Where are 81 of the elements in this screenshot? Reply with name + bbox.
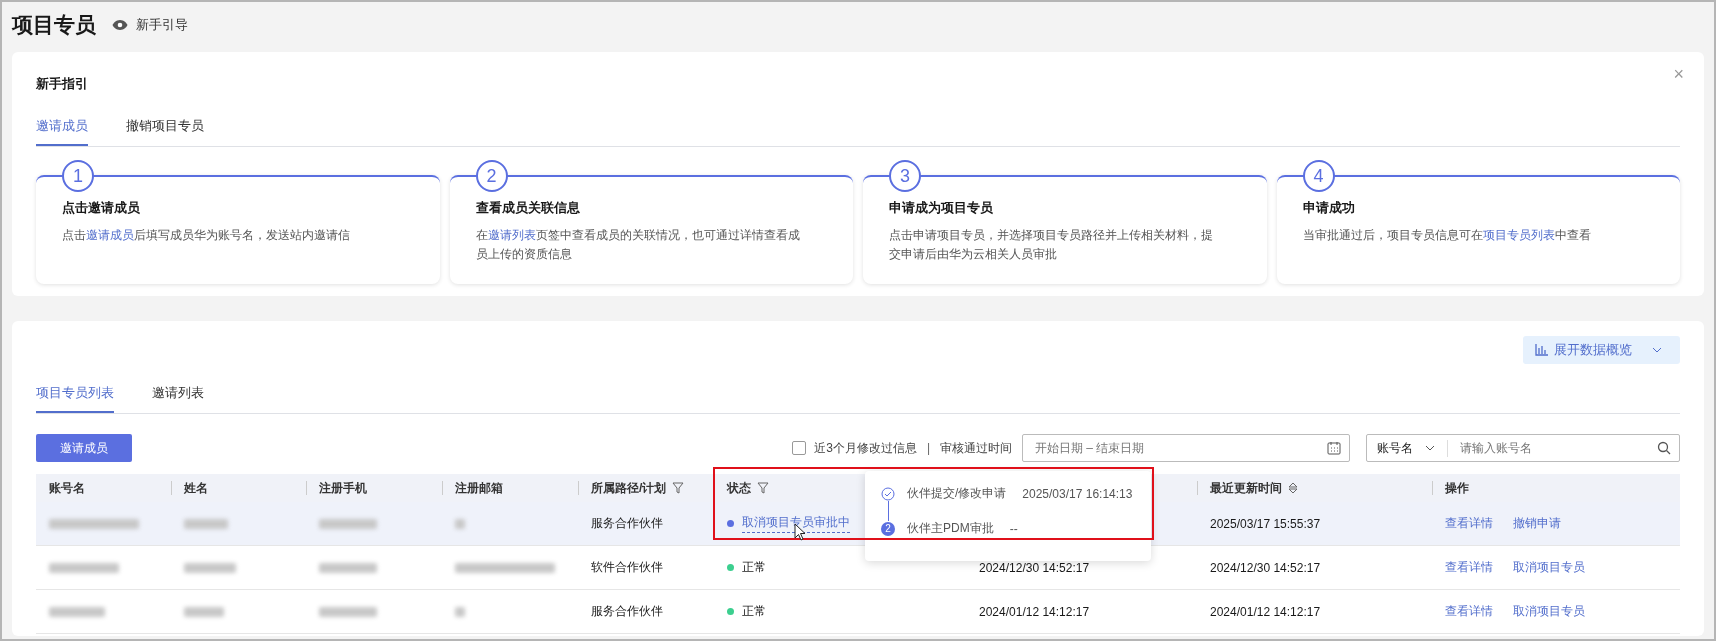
step-title: 申请成功 [1302,199,1356,217]
chevron-down-icon [1652,347,1662,353]
close-button[interactable]: × [1673,64,1684,85]
step-number: 1 [62,160,94,192]
blurred-text [184,562,236,573]
guide-tab[interactable]: 撤销项目专员 [126,113,204,146]
column-header: 最近更新时间 [1210,479,1282,497]
inline-link[interactable]: 项目专员列表 [1482,228,1555,242]
table-cell-text: 软件合作伙伴 [590,559,664,576]
column-header: 操作 [1445,479,1469,497]
blurred-text [455,606,465,617]
step-title: 申请成为项目专员 [889,199,994,217]
status-text: 正常 [742,559,766,576]
step-number: 3 [889,160,921,192]
blurred-text [49,606,105,617]
checkbox[interactable] [792,441,807,455]
column-header: 所属路径/计划 [591,479,667,497]
step-number: 4 [1302,160,1335,192]
step-number: 2 [475,160,508,192]
calendar-icon[interactable] [1327,441,1341,455]
blurred-text [319,518,377,529]
sort-icon[interactable] [1288,482,1298,494]
step-title: 查看成员关联信息 [475,199,581,217]
tooltip-step-label: 伙伴主PDM审批 [907,520,994,537]
action-link[interactable]: 撤销申请 [1513,515,1561,532]
field-select[interactable]: 账号名 [1377,439,1448,457]
blurred-text [184,606,224,617]
search-icon[interactable] [1657,441,1671,455]
column-header: 状态 [727,479,751,497]
inline-link[interactable]: 邀请列表 [487,228,536,242]
step-description: 当审批通过后，项目专员信息可在项目专员列表中查看 [1302,227,1592,244]
chevron-down-icon [1425,445,1435,451]
eye-icon[interactable] [112,19,128,31]
table-cell-text: 2025/03/17 15:55:37 [1209,516,1322,531]
list-tab[interactable]: 项目专员列表 [36,380,114,413]
separator: | [926,441,930,455]
blurred-text [455,518,465,529]
table-cell-text: 2024/01/12 14:12:17 [1209,604,1322,619]
blurred-text [49,562,119,573]
table-cell-text: 服务合作伙伴 [590,515,664,532]
guide-tab[interactable]: 邀请成员 [36,113,88,146]
guide-title: 新手指引 [36,75,89,93]
filter-icon[interactable] [672,482,685,494]
action-link[interactable]: 查看详情 [1445,603,1493,620]
action-link[interactable]: 取消项目专员 [1513,559,1585,576]
column-header: 姓名 [184,479,208,497]
column-header: 注册手机 [319,479,367,497]
table-cell-text: 服务合作伙伴 [590,603,664,620]
list-tab[interactable]: 邀请列表 [152,380,204,413]
blurred-text [319,606,377,617]
action-link[interactable]: 取消项目专员 [1513,603,1585,620]
action-link[interactable]: 查看详情 [1445,559,1493,576]
invite-button[interactable]: 邀请成员 [36,434,132,462]
step-title: 点击邀请成员 [62,199,141,217]
overview-button[interactable]: 展开数据概览 [1523,336,1680,364]
page-title: 项目专员 [12,12,96,38]
tooltip-step-label: 伙伴提交/修改申请 [907,485,1007,502]
search-input[interactable]: 请输入账号名 [1458,440,1657,456]
table-cell: 2024/01/12 14:12:17 [979,604,1090,619]
action-link[interactable]: 查看详情 [1445,515,1493,532]
search-field[interactable]: 账号名 请输入账号名 [1366,434,1680,462]
step-index: 2 [881,521,895,536]
inline-link[interactable]: 邀请成员 [86,228,134,242]
date-range-field[interactable]: 开始日期 – 结束日期 [1022,434,1350,462]
step-description: 点击邀请成员后填写成员华为账号名，发送站内邀请信 [62,227,351,244]
step-description: 点击申请项目专员，并选择项目专员路径并上传相关材料，提交申请后由华为云相关人员审批 [889,227,1214,263]
tooltip-step-time: -- [1009,521,1018,536]
table-cell: 2024/12/30 14:52:17 [979,560,1090,575]
column-header: 账号名 [49,479,85,497]
filter-icon[interactable] [757,482,769,494]
table-cell-text: 2024/12/30 14:52:17 [1209,560,1322,575]
checkbox-label: 近3个月修改过信息 [814,439,917,457]
date-label: 审核通过时间 [940,439,1012,457]
blurred-text [319,562,377,573]
guide-link[interactable]: 新手引导 [136,16,188,34]
status-text: 正常 [742,603,766,620]
tooltip-step-time: 2025/03/17 16:14:13 [1022,486,1133,501]
blurred-text [184,518,228,529]
bar-chart-icon [1535,344,1548,356]
step-description: 在邀请列表页签中查看成员的关联情况，也可通过详情查看成员上传的资质信息 [475,227,801,263]
column-header: 注册邮箱 [455,479,503,497]
